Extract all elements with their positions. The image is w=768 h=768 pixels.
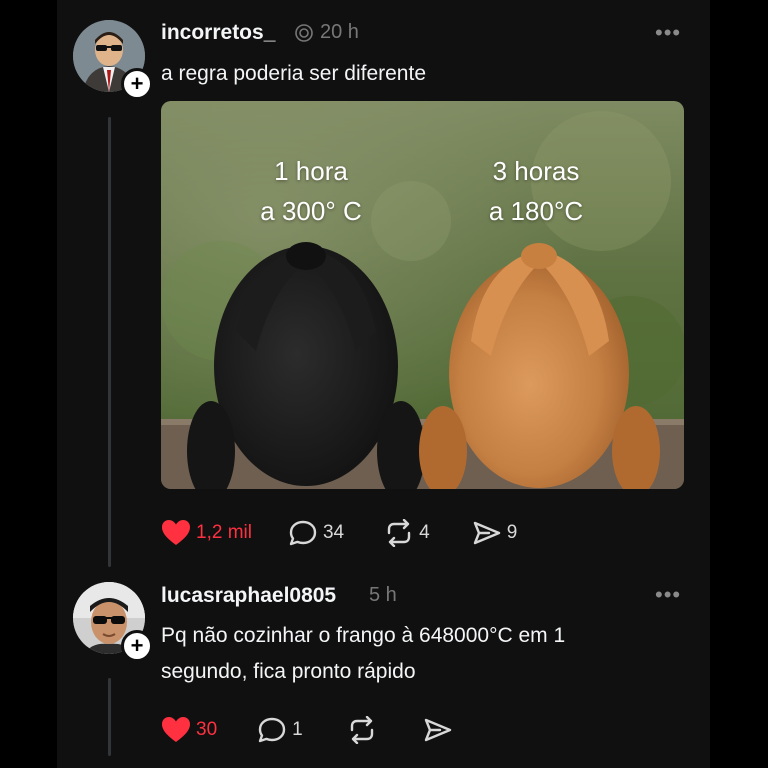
thread-line	[108, 117, 111, 567]
threads-spiral-icon	[295, 23, 313, 42]
like-button[interactable]: 1,2 mil	[161, 519, 252, 547]
send-icon	[473, 521, 500, 545]
repost-button[interactable]	[347, 716, 377, 744]
share-button[interactable]: 9	[472, 519, 518, 547]
left-label: 1 hora a 300° C	[260, 156, 362, 226]
repost-icon	[350, 716, 373, 744]
main-post: + incorretos_ 20 h ••• a regra poderia s…	[57, 0, 710, 570]
repost-count: 4	[419, 522, 430, 543]
repost-icon	[387, 519, 411, 547]
reply-meta: 5 h	[369, 584, 397, 607]
share-button[interactable]	[423, 716, 453, 744]
reply-follow-button[interactable]: +	[121, 630, 153, 662]
reply-text: Pq não cozinhar o frango à 648000°C em 1…	[161, 618, 681, 690]
reply-text-line-1: Pq não cozinhar o frango à 648000°C em 1	[161, 624, 566, 647]
more-dots-icon[interactable]: •••	[655, 582, 681, 608]
post-time: 20 h	[320, 21, 359, 43]
thread-line	[108, 678, 111, 756]
send-icon	[424, 718, 451, 742]
more-dots-icon[interactable]: •••	[655, 20, 681, 46]
heart-icon	[162, 520, 190, 545]
post-image[interactable]: 1 hora a 300° C 3 horas a 180°C	[161, 101, 684, 489]
plus-icon: +	[130, 71, 144, 96]
comment-button[interactable]: 34	[288, 519, 344, 547]
reply-time: 5 h	[369, 584, 397, 606]
share-count: 9	[506, 522, 518, 543]
comment-bubble-icon	[289, 520, 317, 546]
like-button[interactable]: 30	[161, 716, 217, 744]
heart-icon	[162, 717, 190, 742]
post-meta: 20 h	[294, 21, 359, 44]
right-label: 3 horas a 180°C	[488, 156, 584, 226]
comment-count: 1	[292, 719, 303, 740]
post-text: a regra poderia ser diferente	[161, 62, 426, 85]
reply-post: + lucasraphael0805 5 h ••• Pq não cozinh…	[57, 570, 710, 768]
plus-icon: +	[130, 633, 144, 658]
reply-actions: 30 1	[161, 716, 453, 744]
like-count: 30	[196, 719, 218, 740]
comment-bubble-icon	[258, 717, 286, 743]
follow-button[interactable]: +	[121, 68, 153, 100]
comment-count: 34	[322, 522, 345, 543]
repost-button[interactable]: 4	[384, 519, 430, 547]
like-count: 1,2 mil	[196, 522, 252, 543]
post-username[interactable]: incorretos_	[161, 21, 275, 45]
post-actions: 1,2 mil 34 4 9	[161, 519, 517, 547]
threads-feed: + incorretos_ 20 h ••• a regra poderia s…	[57, 0, 710, 768]
reply-username[interactable]: lucasraphael0805	[161, 584, 336, 608]
comment-button[interactable]: 1	[257, 716, 303, 744]
reply-text-line-2: segundo, fica pronto rápido	[161, 660, 416, 683]
